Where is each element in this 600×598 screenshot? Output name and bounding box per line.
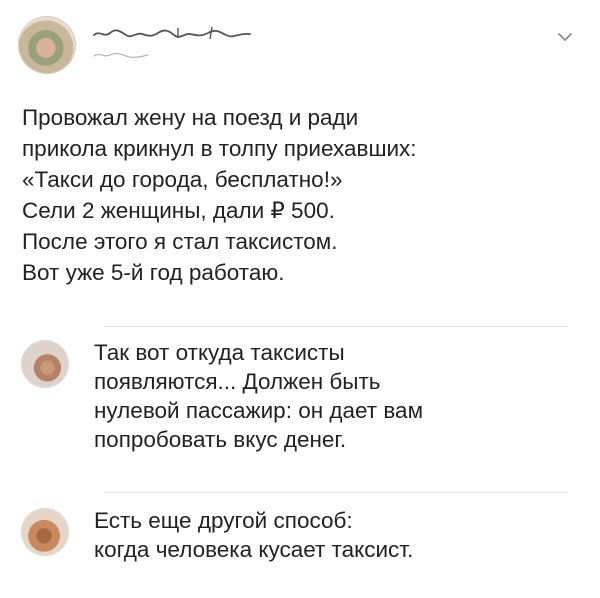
- post-header: [18, 16, 582, 74]
- reply-avatar[interactable]: [21, 340, 69, 388]
- reply-avatar[interactable]: [21, 508, 69, 556]
- reply-text: Так вот откуда таксисты появляются... До…: [94, 340, 424, 452]
- author-handle-redacted: [93, 52, 149, 58]
- author-name-redacted: [93, 26, 251, 40]
- reply-text: Есть еще другой способ: когда человека к…: [94, 508, 414, 562]
- author-avatar[interactable]: [18, 16, 76, 74]
- reply-divider: [104, 492, 568, 493]
- reply-divider: [104, 326, 568, 327]
- chevron-down-icon[interactable]: [556, 28, 574, 46]
- post-text: Провожал жену на поезд и ради прикола кр…: [22, 105, 417, 285]
